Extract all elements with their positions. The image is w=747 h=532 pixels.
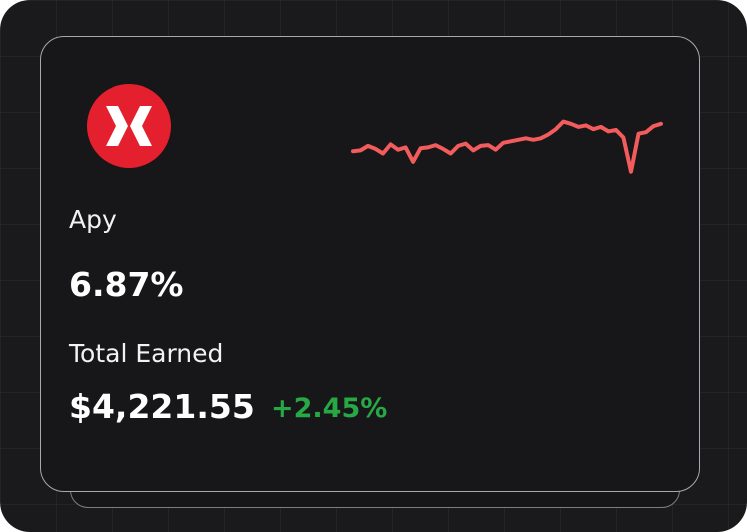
total-earned-value: $4,221.55 [69, 387, 255, 426]
apy-sparkline-chart [351, 119, 663, 174]
brand-x-logo-icon [87, 84, 171, 168]
apy-value: 6.87% [69, 265, 184, 304]
total-earned-label: Total Earned [69, 339, 224, 368]
earned-change-badge: +2.45% [271, 393, 388, 424]
earnings-card[interactable]: Apy 6.87% Total Earned $4,221.55 +2.45% [40, 36, 700, 492]
app-background: Apy 6.87% Total Earned $4,221.55 +2.45% [0, 0, 747, 532]
sparkline-line [351, 119, 663, 174]
apy-label: Apy [69, 205, 117, 234]
